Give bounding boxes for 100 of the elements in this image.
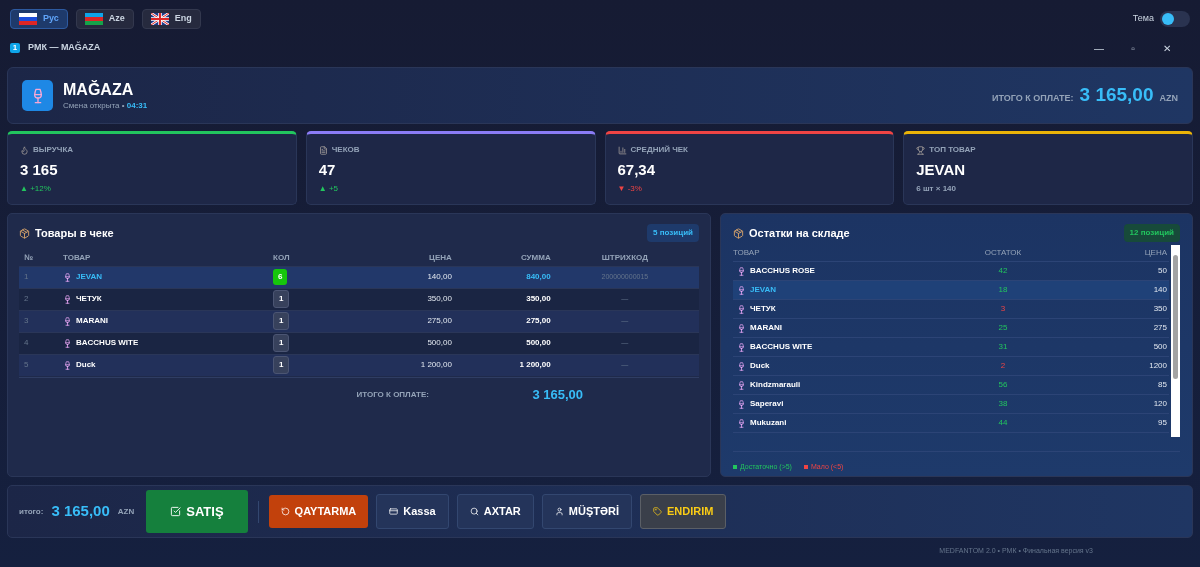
wine-glass-icon xyxy=(737,285,746,295)
quantity-badge: 1 xyxy=(273,290,290,308)
row-number: 1 xyxy=(24,272,29,281)
window-control[interactable]: ✕ xyxy=(1158,40,1176,56)
total-label: ИТОГО К ОПЛАТЕ: xyxy=(355,388,429,401)
column-header: КОЛ xyxy=(273,252,290,262)
window-control[interactable]: ▫ xyxy=(1124,40,1142,56)
stock-quantity: 31 xyxy=(998,342,1008,351)
store-title: MAĞAZA xyxy=(63,79,135,100)
product-name: Mukuzani xyxy=(750,417,787,429)
flag-icon xyxy=(84,13,103,25)
product-name: ЧЕТУК xyxy=(750,303,776,315)
stat-value: JEVAN xyxy=(916,160,967,180)
box-icon xyxy=(19,227,30,239)
stock-quantity: 3 xyxy=(1000,304,1006,313)
price-cell: 275 xyxy=(1153,323,1167,332)
stock-quantity: 18 xyxy=(998,285,1008,294)
wine-glass-icon xyxy=(63,272,72,282)
stock-row[interactable]: ЧЕТУК 3 350 xyxy=(733,300,1169,319)
wine-glass-icon xyxy=(737,418,746,428)
theme-label: Тема xyxy=(1132,12,1154,26)
stat-delta: ▲ +5 xyxy=(318,182,340,195)
stat-icon xyxy=(20,145,29,155)
language-tab[interactable]: Eng xyxy=(141,9,201,29)
price-cell: 350 xyxy=(1153,304,1167,313)
column-header: № xyxy=(24,252,33,262)
language-tab[interactable]: Рус xyxy=(10,9,68,29)
language-tab[interactable]: Aze xyxy=(75,9,134,29)
product-name: Duck xyxy=(750,360,770,372)
box-icon xyxy=(733,227,744,239)
total-amount: 3 165,00 xyxy=(531,385,583,404)
rotate-arrow-icon xyxy=(280,507,290,516)
stock-quantity: 38 xyxy=(998,399,1008,408)
total-label: ИТОГО К ОПЛАТЕ: xyxy=(991,92,1074,106)
quantity-badge: 1 xyxy=(273,312,290,330)
product-name: Duck xyxy=(76,359,96,372)
theme-toggle[interactable] xyxy=(1160,11,1190,27)
stat-label: ЧЕКОВ xyxy=(331,144,360,156)
sale-button[interactable]: SATIŞ xyxy=(146,489,248,534)
wine-glass-icon xyxy=(737,399,746,409)
count-badge: 5 позиций xyxy=(647,224,699,242)
stock-quantity: 44 xyxy=(998,418,1008,427)
stat-delta: ▲ +12% xyxy=(20,182,52,195)
stat-label: СРЕДНИЙ ЧЕК xyxy=(630,144,688,156)
wine-glass-icon xyxy=(737,380,746,390)
panel-title: Остатки на складе xyxy=(749,225,850,241)
price-cell: 120 xyxy=(1153,399,1167,408)
column-header: ОСТАТОК xyxy=(983,247,1023,259)
sum-cell: 500,00 xyxy=(526,338,551,347)
total-amount: 3 165,00 xyxy=(51,501,110,522)
stat-label: ВЫРУЧКА xyxy=(33,144,74,156)
search-button[interactable]: AXTAR xyxy=(456,494,534,529)
column-header: СУММА xyxy=(520,252,551,262)
cash-button[interactable]: Kassa xyxy=(376,494,449,529)
stock-row[interactable]: MARANI 25 275 xyxy=(733,319,1169,338)
window-title: РМК — MAĞAZA xyxy=(28,41,101,55)
quantity-badge: 1 xyxy=(273,334,290,352)
stock-row[interactable]: JEVAN 18 140 xyxy=(733,281,1169,300)
product-name: Saperavi xyxy=(750,398,784,410)
total-label: итого: xyxy=(19,505,44,518)
currency-label: AZN xyxy=(117,505,135,518)
product-name: MARANI xyxy=(750,322,782,334)
return-button[interactable]: QAYTARMA xyxy=(268,495,369,528)
stock-row[interactable]: Kindzmarauli 56 85 xyxy=(733,376,1169,395)
stock-row[interactable]: Saperavi 38 120 xyxy=(733,395,1169,414)
window-control[interactable]: — xyxy=(1090,40,1108,56)
product-name: MARANI xyxy=(76,315,108,327)
column-header: ШТРИХКОД xyxy=(601,252,648,262)
scrollbar[interactable] xyxy=(1171,245,1180,437)
product-name: ЧЕТУК xyxy=(76,293,102,305)
sum-cell: 840,00 xyxy=(526,272,551,281)
count-badge: 12 позиций xyxy=(1123,224,1180,242)
search-icon xyxy=(469,507,479,516)
stat-value: 3 165 xyxy=(20,160,59,180)
currency-label: AZN xyxy=(1159,92,1178,106)
stock-quantity: 25 xyxy=(998,323,1008,332)
wine-glass-icon xyxy=(63,294,72,304)
panel-title: Товары в чеке xyxy=(35,225,114,241)
stock-quantity: 56 xyxy=(998,380,1008,389)
stat-value: 67,34 xyxy=(617,160,657,180)
price-cell: 500 xyxy=(1153,342,1167,351)
stock-row[interactable]: Duck 2 1200 xyxy=(733,357,1169,376)
flag-icon xyxy=(19,13,37,25)
price-cell: 500,00 xyxy=(427,338,452,347)
row-number: 4 xyxy=(24,338,29,347)
price-cell: 1200 xyxy=(1149,361,1167,370)
stock-row[interactable]: BACCHUS WITE 31 500 xyxy=(733,338,1169,357)
checkbox-icon xyxy=(170,506,182,517)
stock-row[interactable]: Mukuzani 44 95 xyxy=(733,414,1169,433)
column-header: ТОВАР xyxy=(63,252,91,262)
column-header: ЦЕНА xyxy=(429,252,452,262)
discount-button[interactable]: ENDIRIM xyxy=(639,494,727,529)
shift-status: Смена открыта • 04:31 xyxy=(63,99,148,112)
wine-glass-icon xyxy=(63,338,72,348)
wine-glass-icon xyxy=(63,360,72,370)
customer-button[interactable]: MÜŞTƏRİ xyxy=(541,494,632,529)
wine-glass-icon xyxy=(737,361,746,371)
quantity-badge: 6 xyxy=(273,269,288,285)
wine-glass-icon xyxy=(737,304,746,314)
product-name: JEVAN xyxy=(76,271,103,283)
